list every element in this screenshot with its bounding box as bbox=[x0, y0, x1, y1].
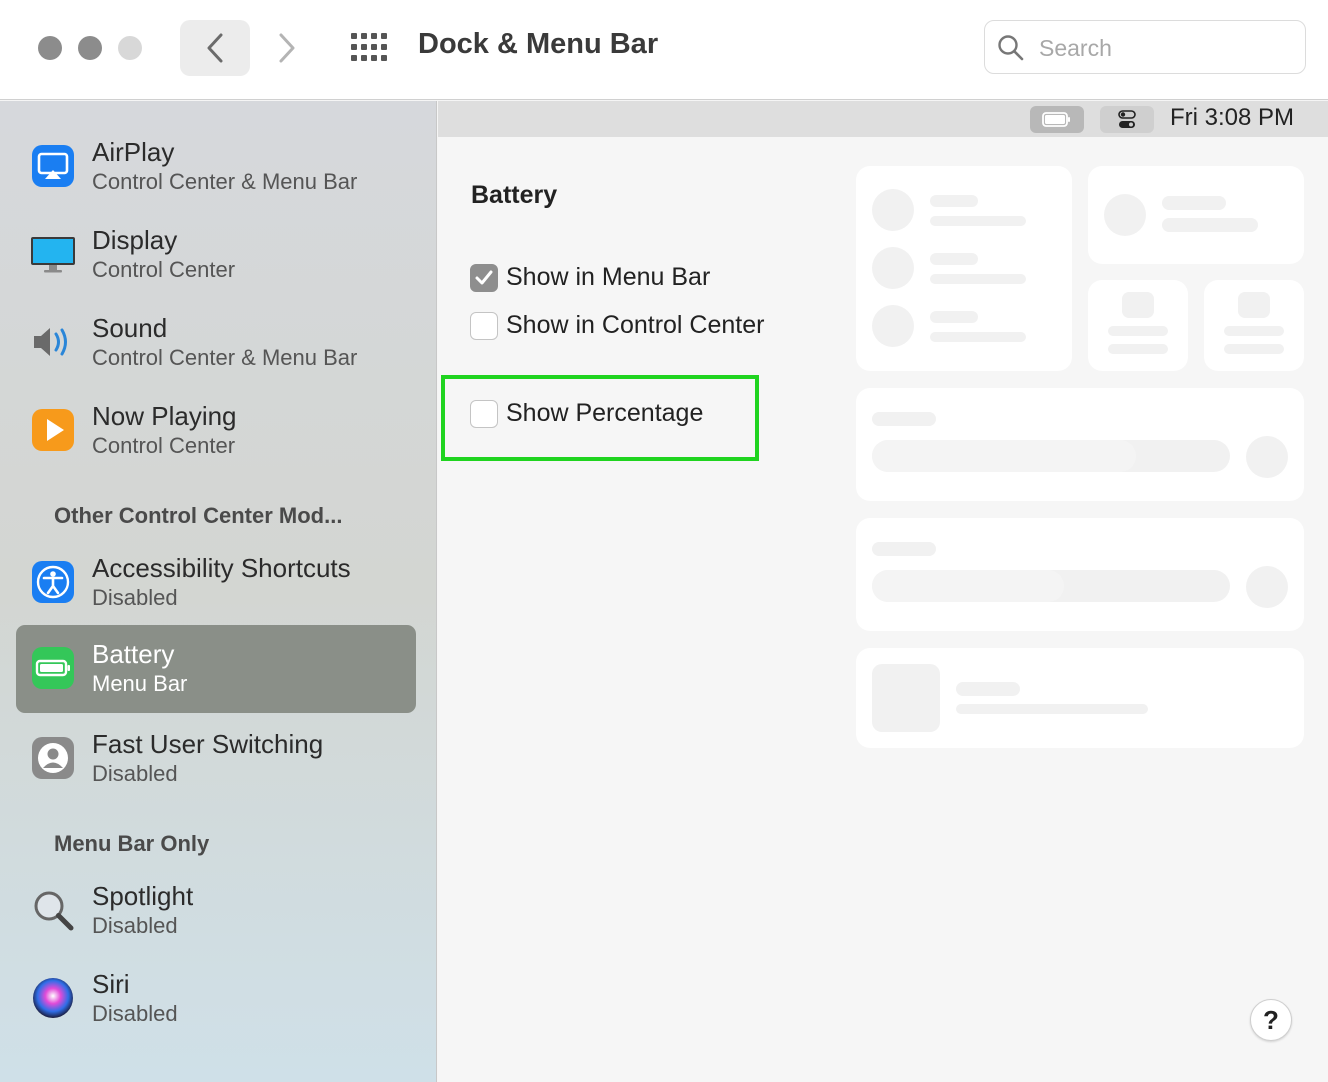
chevron-right-icon bbox=[279, 33, 295, 63]
sidebar-item-subtitle: Disabled bbox=[92, 913, 178, 938]
sidebar-item-display[interactable]: Display Control Center bbox=[16, 211, 416, 299]
sidebar-item-subtitle: Menu Bar bbox=[92, 671, 188, 696]
show-percentage-checkbox[interactable] bbox=[470, 400, 498, 428]
sidebar-item-name: Fast User Switching bbox=[92, 729, 324, 759]
back-button[interactable] bbox=[180, 20, 250, 76]
control-center-preview-card bbox=[856, 518, 1304, 631]
show-in-menu-bar-checkbox[interactable] bbox=[470, 264, 498, 292]
zoom-window-button[interactable] bbox=[118, 36, 142, 60]
sidebar-item-subtitle: Disabled bbox=[92, 761, 178, 786]
control-center-preview-card bbox=[856, 166, 1072, 371]
sidebar-item-siri[interactable]: Siri Disabled bbox=[16, 955, 416, 1043]
window-title: Dock & Menu Bar bbox=[418, 28, 659, 60]
sidebar-item-subtitle: Control Center bbox=[92, 433, 236, 458]
sidebar-item-name: Accessibility Shortcuts bbox=[92, 553, 351, 583]
sidebar-item-sound[interactable]: Sound Control Center & Menu Bar bbox=[16, 299, 416, 387]
control-center-icon bbox=[1100, 106, 1154, 133]
menu-bar-preview: Fri 3:08 PM bbox=[438, 101, 1328, 137]
play-icon bbox=[30, 407, 76, 453]
sidebar-item-airplay[interactable]: AirPlay Control Center & Menu Bar bbox=[16, 123, 416, 211]
control-center-preview-card bbox=[1088, 166, 1304, 264]
sidebar-item-accessibility-shortcuts[interactable]: Accessibility Shortcuts Disabled bbox=[16, 539, 416, 627]
sidebar-item-name: AirPlay bbox=[92, 137, 175, 167]
search-icon bbox=[997, 34, 1025, 67]
section-heading: Battery bbox=[471, 181, 558, 209]
menu-bar-battery-icon bbox=[1030, 106, 1084, 133]
show-in-menu-bar-label[interactable]: Show in Menu Bar bbox=[506, 263, 710, 292]
control-center-preview-card bbox=[856, 648, 1304, 748]
sidebar-item-subtitle: Control Center & Menu Bar bbox=[92, 169, 358, 194]
siri-icon bbox=[30, 975, 76, 1021]
checkmark-icon bbox=[475, 270, 493, 285]
search-field[interactable] bbox=[984, 20, 1306, 74]
user-icon bbox=[30, 735, 76, 781]
sidebar-item-subtitle: Control Center bbox=[92, 257, 236, 282]
section-header-menu-bar-only: Menu Bar Only bbox=[54, 831, 210, 856]
sidebar-item-name: Now Playing bbox=[92, 401, 237, 431]
airplay-icon bbox=[30, 143, 76, 189]
sidebar: AirPlay Control Center & Menu Bar Displa… bbox=[0, 101, 437, 1082]
sidebar-item-name: Battery bbox=[92, 639, 175, 669]
section-header-other-modules: Other Control Center Mod... bbox=[54, 503, 343, 528]
sidebar-item-name: Sound bbox=[92, 313, 168, 343]
title-bar: Dock & Menu Bar bbox=[0, 0, 1328, 100]
menu-bar-clock: Fri 3:08 PM bbox=[1170, 104, 1295, 131]
sidebar-item-battery[interactable]: Battery Menu Bar bbox=[16, 625, 416, 713]
battery-icon bbox=[30, 645, 76, 691]
forward-button[interactable] bbox=[262, 20, 312, 76]
sidebar-item-fast-user-switching[interactable]: Fast User Switching Disabled bbox=[16, 715, 416, 803]
spotlight-icon bbox=[30, 887, 76, 933]
control-center-preview-card bbox=[856, 388, 1304, 501]
help-button[interactable]: ? bbox=[1250, 999, 1292, 1041]
control-center-preview-card bbox=[1088, 280, 1188, 371]
show-percentage-label[interactable]: Show Percentage bbox=[506, 399, 703, 428]
sidebar-item-name: Spotlight bbox=[92, 881, 194, 911]
search-input[interactable] bbox=[1037, 31, 1291, 65]
control-center-preview-card bbox=[1204, 280, 1304, 371]
sidebar-item-spotlight[interactable]: Spotlight Disabled bbox=[16, 867, 416, 955]
sidebar-item-subtitle: Disabled bbox=[92, 1001, 178, 1026]
sidebar-item-name: Display bbox=[92, 225, 178, 255]
show-all-grid-icon[interactable] bbox=[350, 32, 388, 62]
accessibility-icon bbox=[30, 559, 76, 605]
minimize-window-button[interactable] bbox=[78, 36, 102, 60]
battery-settings-panel: Battery Show in Menu Bar Show in Control… bbox=[438, 137, 1328, 1082]
show-in-control-center-label[interactable]: Show in Control Center bbox=[506, 311, 764, 340]
sidebar-item-subtitle: Control Center & Menu Bar bbox=[92, 345, 358, 370]
sidebar-item-subtitle: Disabled bbox=[92, 585, 178, 610]
speaker-icon bbox=[30, 319, 76, 365]
sidebar-item-now-playing[interactable]: Now Playing Control Center bbox=[16, 387, 416, 475]
show-in-control-center-checkbox[interactable] bbox=[470, 312, 498, 340]
close-window-button[interactable] bbox=[38, 36, 62, 60]
display-icon bbox=[30, 231, 76, 277]
chevron-left-icon bbox=[207, 33, 223, 63]
sidebar-item-name: Siri bbox=[92, 969, 130, 999]
